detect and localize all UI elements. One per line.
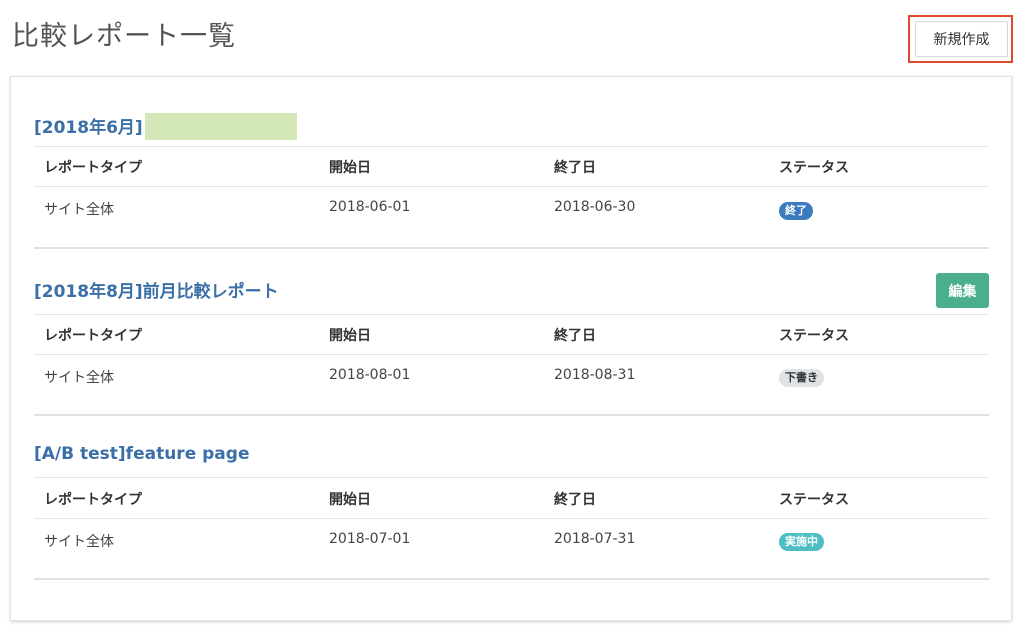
column-header-end: 終了日 — [554, 492, 596, 508]
end-date-cell: 2018-08-31 — [554, 367, 636, 383]
report-title-link[interactable]: [A/B test]feature page — [34, 444, 249, 464]
redacted-block — [144, 112, 297, 140]
column-header-type: レポートタイプ — [44, 492, 142, 508]
column-header-start: 開始日 — [329, 328, 371, 344]
column-header-start: 開始日 — [329, 492, 371, 508]
end-date-cell: 2018-06-30 — [554, 199, 636, 215]
column-header-type: レポートタイプ — [44, 160, 142, 176]
section-divider — [34, 578, 989, 580]
start-date-cell: 2018-08-01 — [329, 367, 411, 383]
start-date-cell: 2018-07-01 — [329, 531, 411, 547]
report-title-link[interactable]: [2018年8月]前月比較レポート — [34, 277, 279, 302]
status-badge: 実施中 — [779, 533, 824, 551]
report-title-text: [2018年6月] — [34, 118, 143, 138]
report-type-cell: サイト全体 — [44, 534, 114, 550]
report-type-cell: サイト全体 — [44, 370, 114, 386]
edit-button[interactable]: 編集 — [936, 273, 989, 308]
column-header-type: レポートタイプ — [44, 328, 142, 344]
column-header-end: 終了日 — [554, 328, 596, 344]
report-type-cell: サイト全体 — [44, 202, 114, 218]
page-title: 比較レポート一覧 — [12, 21, 236, 52]
column-header-status: ステータス — [779, 328, 849, 344]
page-header: 比較レポート一覧 新規作成 — [0, 0, 1024, 70]
column-header-start: 開始日 — [329, 160, 371, 176]
divider — [34, 518, 989, 519]
column-header-status: ステータス — [779, 160, 849, 176]
report-title-link[interactable]: [2018年6月] — [34, 112, 297, 142]
new-report-button[interactable]: 新規作成 — [915, 21, 1008, 57]
status-badge: 下書き — [779, 369, 824, 387]
column-header-status: ステータス — [779, 492, 849, 508]
report-list-card: [2018年6月] レポートタイプ 開始日 終了日 ステータス サイト全体 20… — [10, 76, 1012, 621]
divider — [34, 146, 989, 147]
section-divider — [34, 414, 989, 416]
section-divider — [34, 247, 989, 249]
column-header-end: 終了日 — [554, 160, 596, 176]
divider — [34, 354, 989, 355]
status-badge: 終了 — [779, 202, 813, 220]
divider — [34, 477, 989, 478]
end-date-cell: 2018-07-31 — [554, 531, 636, 547]
divider — [34, 314, 989, 315]
start-date-cell: 2018-06-01 — [329, 199, 411, 215]
divider — [34, 186, 989, 187]
